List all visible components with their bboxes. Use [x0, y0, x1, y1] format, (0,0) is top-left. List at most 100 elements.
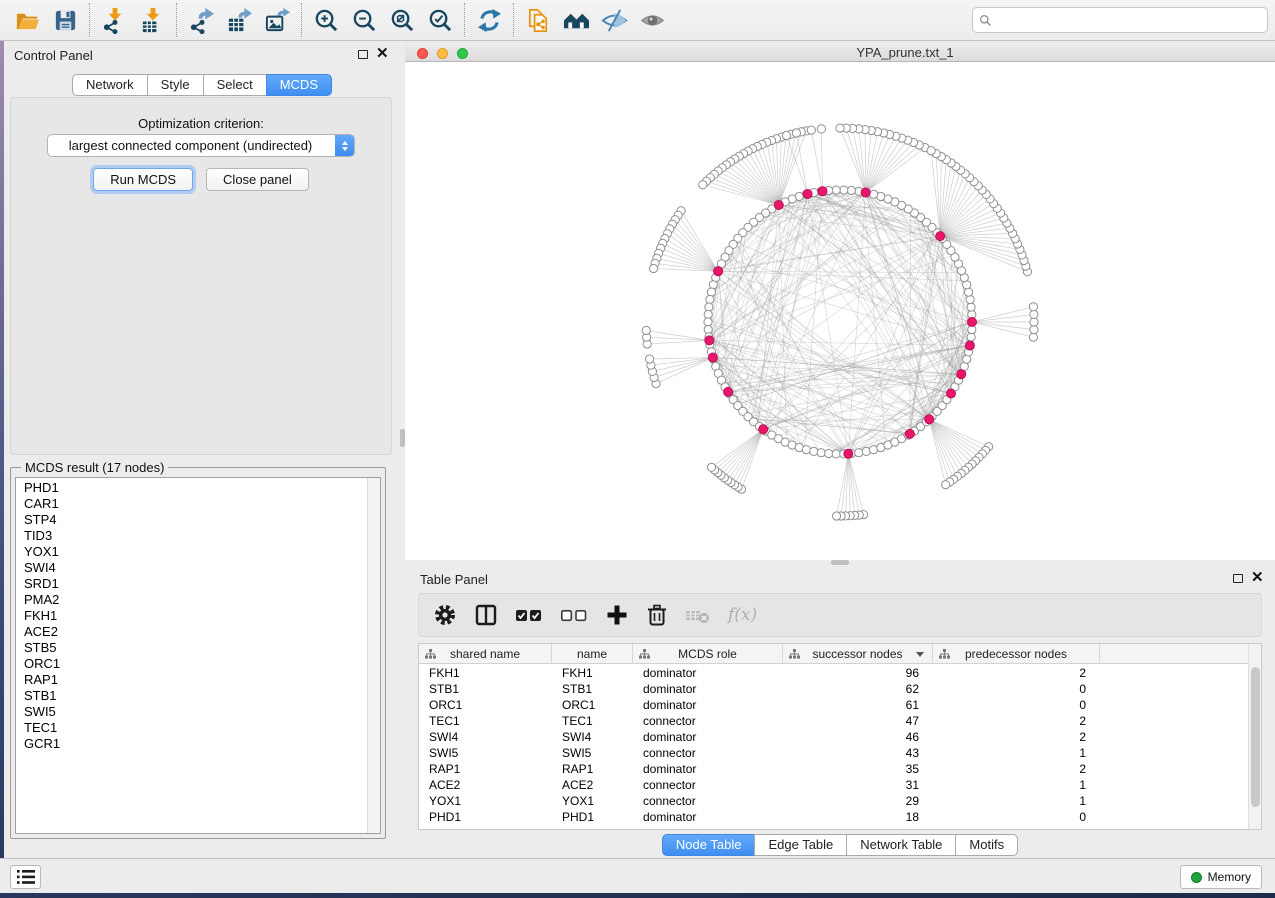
tab-network-table[interactable]: Network Table	[846, 834, 956, 856]
mcds-result-item[interactable]: STB5	[16, 640, 366, 656]
import-table-icon[interactable]	[133, 3, 171, 37]
table-scrollbar[interactable]	[1248, 644, 1261, 829]
network-window-titlebar[interactable]: YPA_prune.txt_1	[405, 44, 1275, 62]
column-header-MCDS-role[interactable]: MCDS role	[633, 644, 783, 664]
zoom-fit-icon[interactable]	[383, 3, 421, 37]
float-panel-icon[interactable]	[358, 50, 368, 59]
table-row[interactable]: ACE2ACE2connector311	[419, 777, 1248, 793]
search-box[interactable]	[972, 7, 1268, 33]
search-input[interactable]	[992, 10, 1267, 30]
table-cell[interactable]: SWI4	[552, 729, 633, 745]
mcds-result-item[interactable]: GCR1	[16, 736, 366, 752]
window-close-traffic-light[interactable]	[417, 48, 428, 59]
close-panel-icon[interactable]: ✕	[376, 47, 388, 61]
table-row[interactable]: ORC1ORC1dominator610	[419, 697, 1248, 713]
network-view-canvas[interactable]	[405, 62, 1275, 560]
mcds-result-item[interactable]: SRD1	[16, 576, 366, 592]
import-network-icon[interactable]	[95, 3, 133, 37]
zoom-selected-icon[interactable]	[421, 3, 459, 37]
tab-edge-table[interactable]: Edge Table	[754, 834, 847, 856]
eye-icon[interactable]	[633, 3, 671, 37]
table-cell[interactable]: 0	[933, 697, 1100, 713]
table-cell[interactable]: ACE2	[552, 777, 633, 793]
mcds-result-item[interactable]: ORC1	[16, 656, 366, 672]
table-cell[interactable]: ORC1	[552, 697, 633, 713]
table-cell[interactable]: connector	[633, 793, 783, 809]
table-row[interactable]: SWI4SWI4dominator462	[419, 729, 1248, 745]
window-zoom-traffic-light[interactable]	[457, 48, 468, 59]
refresh-icon[interactable]	[470, 3, 508, 37]
column-header-successor-nodes[interactable]: successor nodes	[783, 644, 933, 664]
table-cell[interactable]: 2	[933, 761, 1100, 777]
mcds-result-item[interactable]: SWI4	[16, 560, 366, 576]
table-cell[interactable]: SWI5	[552, 745, 633, 761]
tab-mcds[interactable]: MCDS	[266, 74, 332, 96]
table-cell[interactable]: PHD1	[419, 809, 552, 825]
deselect-all-icon[interactable]	[560, 603, 588, 627]
table-cell[interactable]: 2	[933, 665, 1100, 681]
table-cell[interactable]: 47	[783, 713, 933, 729]
open-session-icon[interactable]	[8, 3, 46, 37]
table-cell[interactable]: ORC1	[419, 697, 552, 713]
columns-icon[interactable]	[474, 603, 498, 627]
table-row[interactable]: YOX1YOX1connector291	[419, 793, 1248, 809]
close-panel-button[interactable]: Close panel	[206, 168, 309, 191]
table-cell[interactable]: 0	[933, 809, 1100, 825]
run-mcds-button[interactable]: Run MCDS	[93, 168, 193, 191]
export-table-icon[interactable]	[220, 3, 258, 37]
mcds-result-item[interactable]: TEC1	[16, 720, 366, 736]
tab-style[interactable]: Style	[147, 74, 204, 96]
tab-network[interactable]: Network	[72, 74, 148, 96]
table-cell[interactable]: dominator	[633, 697, 783, 713]
table-row[interactable]: RAP1RAP1dominator352	[419, 761, 1248, 777]
window-minimize-traffic-light[interactable]	[437, 48, 448, 59]
houses-icon[interactable]	[557, 3, 595, 37]
add-column-icon[interactable]	[605, 603, 629, 627]
table-cell[interactable]: YOX1	[419, 793, 552, 809]
table-cell[interactable]: 31	[783, 777, 933, 793]
zoom-out-icon[interactable]	[345, 3, 383, 37]
mcds-result-item[interactable]: CAR1	[16, 496, 366, 512]
table-cell[interactable]: 1	[933, 777, 1100, 793]
mcds-list-scrollbar[interactable]	[367, 478, 380, 833]
table-cell[interactable]: 96	[783, 665, 933, 681]
table-cell[interactable]: connector	[633, 777, 783, 793]
table-row[interactable]: SWI5SWI5connector431	[419, 745, 1248, 761]
table-cell[interactable]: FKH1	[552, 665, 633, 681]
column-header-predecessor-nodes[interactable]: predecessor nodes	[933, 644, 1100, 664]
mcds-result-item[interactable]: TID3	[16, 528, 366, 544]
mcds-result-item[interactable]: SWI5	[16, 704, 366, 720]
tab-node-table[interactable]: Node Table	[662, 834, 756, 856]
table-cell[interactable]: dominator	[633, 729, 783, 745]
table-cell[interactable]: 18	[783, 809, 933, 825]
table-row[interactable]: FKH1FKH1dominator962	[419, 665, 1248, 681]
mcds-result-item[interactable]: PHD1	[16, 480, 366, 496]
table-cell[interactable]: RAP1	[419, 761, 552, 777]
table-row[interactable]: STB1STB1dominator620	[419, 681, 1248, 697]
table-cell[interactable]: 62	[783, 681, 933, 697]
select-all-icon[interactable]	[515, 603, 543, 627]
table-cell[interactable]: 1	[933, 793, 1100, 809]
mcds-result-item[interactable]: ACE2	[16, 624, 366, 640]
table-cell[interactable]: YOX1	[552, 793, 633, 809]
table-cell[interactable]: STB1	[419, 681, 552, 697]
column-header-shared-name[interactable]: shared name	[419, 644, 552, 664]
table-cell[interactable]: PHD1	[552, 809, 633, 825]
table-cell[interactable]: RAP1	[552, 761, 633, 777]
table-cell[interactable]: 46	[783, 729, 933, 745]
mcds-result-item[interactable]: FKH1	[16, 608, 366, 624]
table-cell[interactable]: STB1	[552, 681, 633, 697]
table-cell[interactable]: 29	[783, 793, 933, 809]
table-cell[interactable]: ACE2	[419, 777, 552, 793]
table-cell[interactable]: 43	[783, 745, 933, 761]
mcds-result-item[interactable]: STB1	[16, 688, 366, 704]
mcds-result-item[interactable]: PMA2	[16, 592, 366, 608]
table-cell[interactable]: 2	[933, 713, 1100, 729]
close-panel-icon[interactable]: ✕	[1251, 571, 1263, 585]
table-cell[interactable]: SWI5	[419, 745, 552, 761]
table-cell[interactable]: dominator	[633, 761, 783, 777]
save-session-icon[interactable]	[46, 3, 84, 37]
mcds-result-item[interactable]: STP4	[16, 512, 366, 528]
column-header-name[interactable]: name	[552, 644, 633, 664]
table-cell[interactable]: SWI4	[419, 729, 552, 745]
